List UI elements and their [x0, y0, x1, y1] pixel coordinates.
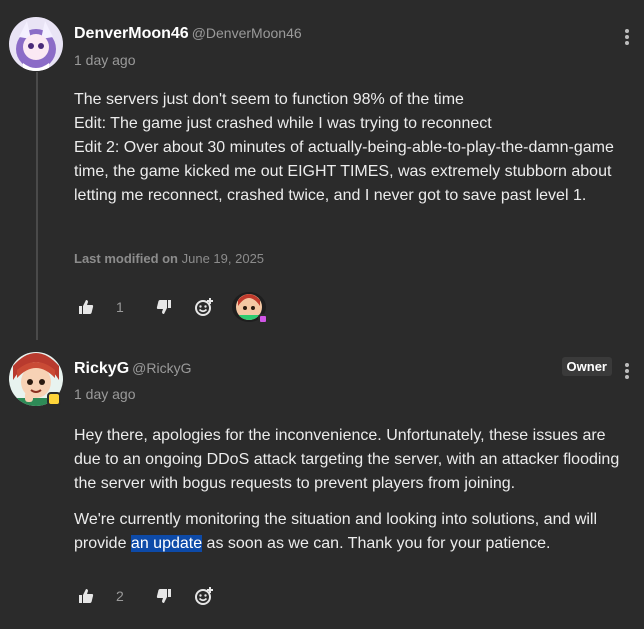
comment-paragraph: Hey there, apologies for the inconvenien… [74, 427, 620, 492]
owner-badge: Owner [561, 357, 612, 376]
reaction-avatar[interactable] [232, 292, 268, 324]
thumbs-down-icon[interactable] [152, 295, 176, 319]
comment-paragraph: We're currently monitoring the situation… [74, 508, 624, 556]
more-options-icon[interactable] [624, 27, 630, 47]
verified-badge-icon [47, 392, 61, 406]
modified-label: Last modified on [74, 251, 178, 266]
add-reaction-icon[interactable] [192, 295, 216, 319]
modified-date: June 19, 2025 [181, 251, 265, 266]
like-count: 1 [116, 299, 124, 315]
author-handle: @RickyG [132, 360, 192, 376]
thumbs-up-icon[interactable] [74, 295, 98, 319]
author-name[interactable]: RickyG [74, 360, 129, 377]
avatar[interactable] [9, 17, 63, 71]
comment-body: Hey there, apologies for the inconvenien… [74, 424, 624, 568]
comment-line: Edit: The game just crashed while I was … [74, 115, 492, 132]
comment-actions: 1 [74, 292, 268, 324]
add-reaction-icon[interactable] [192, 584, 216, 608]
username[interactable]: RickyG @RickyG [74, 360, 191, 378]
username[interactable]: DenverMoon46 @DenverMoon46 [74, 25, 302, 43]
timestamp: 1 day ago [74, 386, 136, 402]
last-modified: Last modified on June 19, 2025 [74, 251, 264, 266]
author-name[interactable]: DenverMoon46 [74, 25, 189, 42]
selected-text: an update [130, 535, 203, 552]
paragraph-text: as soon as we can. Thank you for your pa… [202, 535, 551, 552]
comment-line: The servers just don't seem to function … [74, 91, 464, 108]
like-count: 2 [116, 588, 124, 604]
comment-line: Edit 2: Over about 30 minutes of actuall… [74, 139, 614, 204]
comment-body: The servers just don't seem to function … [74, 88, 624, 208]
timestamp: 1 day ago [74, 52, 136, 68]
thread-line [36, 72, 38, 340]
thumbs-up-icon[interactable] [74, 584, 98, 608]
author-handle: @DenverMoon46 [191, 25, 302, 41]
comment-actions: 2 [74, 581, 216, 611]
reaction-badge-icon [258, 314, 268, 324]
more-options-icon[interactable] [624, 361, 630, 381]
thumbs-down-icon[interactable] [152, 584, 176, 608]
